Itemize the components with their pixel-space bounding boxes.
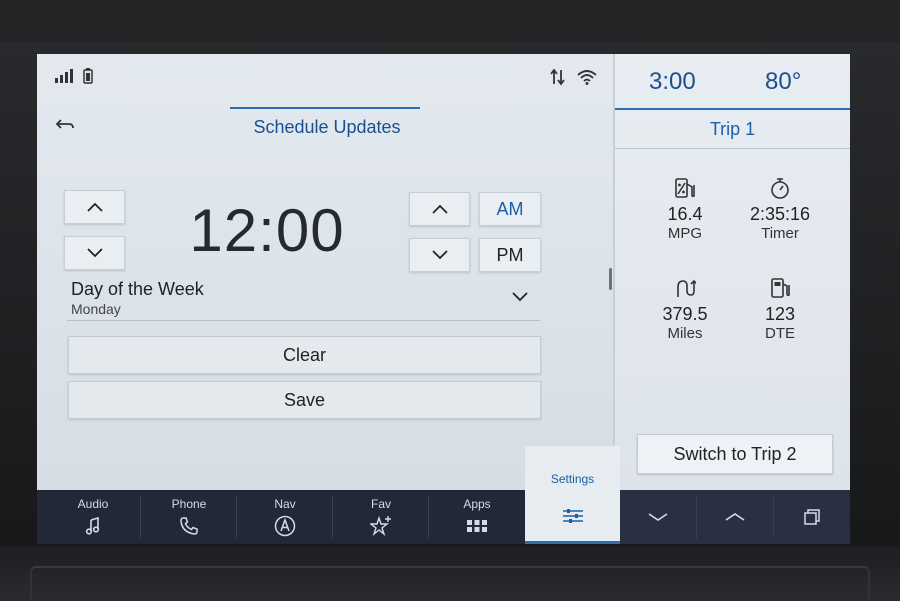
nav-audio[interactable]: Audio xyxy=(45,490,141,544)
fuel-pump-icon xyxy=(730,276,830,300)
stopwatch-icon xyxy=(730,176,830,200)
phone-battery-icon xyxy=(83,68,93,84)
apps-grid-icon xyxy=(429,513,525,539)
day-of-week-dropdown[interactable] xyxy=(511,290,533,308)
day-of-week-value[interactable]: Monday xyxy=(71,301,121,317)
nav-phone[interactable]: Phone xyxy=(141,490,237,544)
navigation-icon xyxy=(237,513,333,539)
stat-miles: 379.5 Miles xyxy=(635,276,735,342)
chevron-down-icon xyxy=(431,250,448,260)
bezel-top xyxy=(0,0,900,42)
timer-unit: Timer xyxy=(761,225,799,242)
music-note-icon xyxy=(45,513,141,539)
chevron-down-icon xyxy=(512,292,528,302)
minute-up-button[interactable] xyxy=(409,192,470,226)
scroll-down-button[interactable] xyxy=(620,490,696,544)
scroll-up-button[interactable] xyxy=(697,490,773,544)
fuel-economy-value: 16.4 xyxy=(667,204,703,224)
nav-label: Phone xyxy=(171,497,207,511)
nav-settings[interactable]: Settings xyxy=(525,446,620,544)
route-icon xyxy=(635,276,735,300)
chevron-down-icon xyxy=(648,513,668,521)
cards-button[interactable] xyxy=(774,490,850,544)
panel-resize-handle[interactable] xyxy=(609,268,612,290)
nav-label: Apps xyxy=(463,497,491,511)
clear-button[interactable]: Clear xyxy=(68,336,541,374)
nav-apps[interactable]: Apps xyxy=(429,490,525,544)
nav-label: Fav xyxy=(370,497,391,511)
phone-icon xyxy=(141,513,237,539)
switch-trip-button[interactable]: Switch to Trip 2 xyxy=(637,434,833,474)
signal-icon xyxy=(55,69,73,83)
back-button[interactable] xyxy=(53,114,77,138)
trip-panel: 3:00 80° Trip 1 16.4 MPG 2:35:16 Timer 3… xyxy=(615,54,850,490)
dte-value: 123 xyxy=(764,304,796,324)
chevron-down-icon xyxy=(86,248,103,258)
status-bar-left xyxy=(55,68,93,84)
nav-navigation[interactable]: Nav xyxy=(237,490,333,544)
sliders-icon xyxy=(525,502,620,530)
divider xyxy=(615,148,850,149)
bottom-nav-bar: Audio Phone Nav Fav Apps Settings xyxy=(37,446,850,544)
chevron-up-icon xyxy=(725,513,745,521)
schedule-time: 12:00 xyxy=(189,197,345,264)
hour-down-button[interactable] xyxy=(64,236,125,270)
minute-down-button[interactable] xyxy=(409,238,470,272)
day-of-week-label: Day of the Week xyxy=(71,279,204,299)
nav-right-controls xyxy=(620,490,850,544)
clock: 3:00 xyxy=(649,68,696,95)
nav-favorites[interactable]: Fav xyxy=(333,490,429,544)
nav-label: Settings xyxy=(550,472,595,486)
dte-unit: DTE xyxy=(765,325,795,342)
stat-timer: 2:35:16 Timer xyxy=(730,176,830,242)
back-arrow-icon xyxy=(55,119,74,129)
stat-fuel-economy: 16.4 MPG xyxy=(635,176,735,242)
pm-button[interactable]: PM xyxy=(479,238,541,272)
data-transfer-icon xyxy=(549,68,567,86)
fuel-economy-unit: MPG xyxy=(667,225,703,242)
nav-label: Audio xyxy=(77,497,109,511)
page-title: Schedule Updates xyxy=(253,117,401,137)
cards-icon xyxy=(804,509,820,525)
bezel-groove xyxy=(30,566,870,601)
trip-name: Trip 1 xyxy=(709,119,756,139)
nav-label: Nav xyxy=(274,497,296,511)
am-button[interactable]: AM xyxy=(479,192,541,226)
chevron-up-icon xyxy=(86,202,103,212)
miles-unit: Miles xyxy=(667,325,703,342)
stat-dte: 123 DTE xyxy=(730,276,830,342)
chevron-up-icon xyxy=(431,204,448,214)
hour-up-button[interactable] xyxy=(64,190,125,224)
schedule-updates-panel: Schedule Updates 12:00 AM PM Day of the … xyxy=(37,54,613,490)
status-bar-right xyxy=(549,68,597,86)
star-add-icon xyxy=(333,513,429,539)
outside-temperature: 80° xyxy=(765,68,802,95)
fuel-economy-icon xyxy=(635,176,735,200)
save-button[interactable]: Save xyxy=(68,381,541,419)
divider xyxy=(67,320,540,321)
infotainment-screen: Schedule Updates 12:00 AM PM Day of the … xyxy=(37,54,850,544)
wifi-icon xyxy=(577,69,597,85)
miles-value: 379.5 xyxy=(662,304,708,324)
trip-header: 3:00 80° xyxy=(615,54,850,110)
timer-value: 2:35:16 xyxy=(749,204,811,224)
title-underline xyxy=(230,107,420,109)
